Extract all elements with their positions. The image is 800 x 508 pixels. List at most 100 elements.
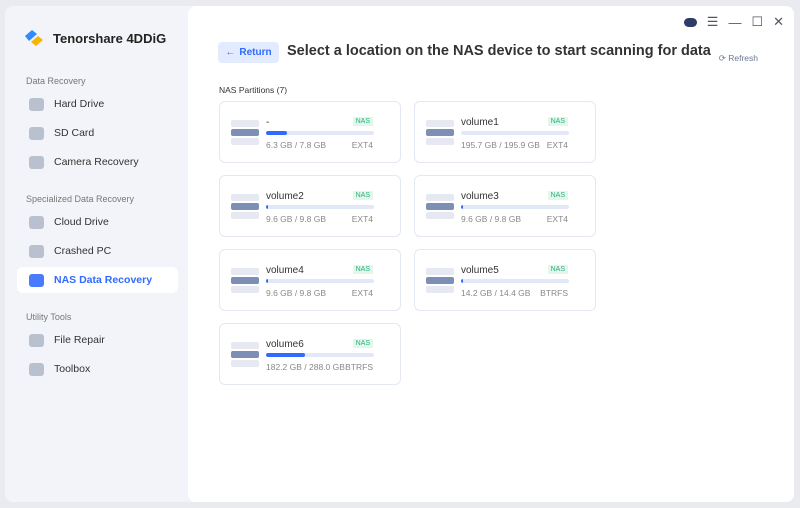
maximize-icon[interactable]: ☐: [751, 14, 763, 30]
filesystem: EXT4: [546, 214, 568, 224]
partition-name: volume2: [266, 191, 304, 202]
partition-card[interactable]: volume1 NAS 195.7 GB / 195.9 GB EXT4: [414, 101, 596, 163]
minimize-icon[interactable]: —: [728, 15, 741, 30]
refresh-button[interactable]: ⟳ Refresh: [719, 53, 758, 64]
filesystem: EXT4: [351, 288, 373, 298]
partition-size: 9.6 GB / 9.8 GB: [266, 288, 327, 298]
camera-icon: [29, 155, 44, 169]
partition-card[interactable]: volume6 NAS 182.2 GB / 288.0 GB BTRFS: [219, 323, 401, 385]
sidebar-item-label: File Repair: [54, 334, 105, 346]
title-bar-controls: ☰ — ☐ ✕: [683, 14, 784, 30]
refresh-icon: ⟳: [718, 53, 729, 63]
partition-size: 182.2 GB / 288.0 GB: [266, 362, 345, 372]
file-repair-icon: [29, 333, 44, 347]
usage-fill: [461, 279, 464, 283]
sidebar-section-title: Utility Tools: [26, 312, 72, 322]
partition-card[interactable]: - NAS 6.3 GB / 7.8 GB EXT4: [219, 101, 401, 163]
partition-size: 195.7 GB / 195.9 GB: [461, 140, 540, 150]
return-button[interactable]: ← Return: [218, 42, 279, 63]
partition-size: 6.3 GB / 7.8 GB: [266, 140, 327, 150]
usage-bar: [266, 353, 374, 357]
return-label: Return: [239, 47, 272, 58]
main-panel: ☰ — ☐ ✕ ← Return Select a location on the…: [188, 6, 794, 502]
nas-server-icon: [426, 120, 454, 146]
sidebar-item[interactable]: SD Card: [17, 120, 178, 146]
partition-name: volume3: [461, 191, 499, 202]
app-logo: Tenorshare 4DDiG: [23, 28, 166, 48]
app-window: Tenorshare 4DDiG Data Recovery Hard Drive…: [5, 6, 794, 502]
partition-card[interactable]: volume5 NAS 14.2 GB / 14.4 GB BTRFS: [414, 249, 596, 311]
sidebar-item[interactable]: Hard Drive: [17, 91, 178, 117]
partition-name: volume1: [461, 117, 499, 128]
partition-name: volume5: [461, 265, 499, 276]
nas-server-icon: [231, 120, 259, 146]
arrow-left-icon: ←: [225, 47, 236, 58]
nas-server-icon: [231, 268, 259, 294]
menu-icon[interactable]: ☰: [707, 14, 719, 30]
nas-badge: NAS: [352, 265, 373, 274]
usage-bar: [461, 279, 569, 283]
partition-name: volume6: [266, 339, 304, 350]
partition-name: -: [266, 117, 270, 128]
nas-server-icon: [426, 268, 454, 294]
sidebar-section-title: Data Recovery: [26, 76, 86, 86]
usage-fill: [266, 353, 305, 357]
cloud-icon: [29, 215, 44, 229]
sidebar-item-label: Camera Recovery: [54, 156, 139, 168]
nas-badge: NAS: [547, 117, 568, 126]
logo-icon: [25, 30, 43, 46]
filesystem: EXT4: [546, 140, 568, 150]
usage-fill: [461, 205, 464, 209]
toolbox-icon: [29, 362, 44, 376]
sd-card-icon: [29, 126, 44, 140]
filesystem: BTRFS: [540, 288, 568, 298]
refresh-label: Refresh: [728, 53, 758, 63]
filesystem: BTRFS: [345, 362, 373, 372]
nas-server-icon: [231, 342, 259, 368]
usage-fill: [266, 279, 269, 283]
partition-card[interactable]: volume3 NAS 9.6 GB / 9.8 GB EXT4: [414, 175, 596, 237]
filesystem: EXT4: [351, 214, 373, 224]
sidebar-item-label: NAS Data Recovery: [54, 274, 153, 286]
usage-bar: [266, 131, 374, 135]
sidebar-item[interactable]: Camera Recovery: [17, 149, 178, 175]
nas-server-icon: [426, 194, 454, 220]
usage-bar: [266, 279, 374, 283]
app-name: Tenorshare 4DDiG: [53, 30, 167, 46]
sidebar-item[interactable]: Cloud Drive: [17, 209, 178, 235]
sidebar-item-label: Crashed PC: [54, 245, 112, 257]
usage-fill: [266, 205, 269, 209]
sidebar-item-label: Hard Drive: [54, 98, 105, 110]
nas-badge: NAS: [352, 191, 373, 200]
hard-drive-icon: [29, 97, 44, 111]
partition-card[interactable]: volume2 NAS 9.6 GB / 9.8 GB EXT4: [219, 175, 401, 237]
close-icon[interactable]: ✕: [773, 14, 784, 30]
partition-name: volume4: [266, 265, 304, 276]
sidebar: Tenorshare 4DDiG Data Recovery Hard Drive…: [5, 6, 188, 502]
sidebar-item[interactable]: Crashed PC: [17, 238, 178, 264]
sidebar-section-title: Specialized Data Recovery: [26, 194, 135, 204]
nas-badge: NAS: [547, 191, 568, 200]
partition-size: 14.2 GB / 14.4 GB: [461, 288, 531, 298]
sidebar-item[interactable]: Toolbox: [17, 356, 178, 382]
partition-size: 9.6 GB / 9.8 GB: [266, 214, 327, 224]
sidebar-item-label: SD Card: [54, 127, 95, 139]
nas-badge: NAS: [352, 339, 373, 348]
nas-icon: [29, 273, 44, 287]
nas-badge: NAS: [547, 265, 568, 274]
crashed-pc-icon: [29, 244, 44, 258]
sidebar-item[interactable]: NAS Data Recovery: [17, 267, 178, 293]
assistant-bot-icon[interactable]: [683, 17, 697, 27]
partition-size: 9.6 GB / 9.8 GB: [461, 214, 522, 224]
usage-bar: [461, 131, 569, 135]
partition-card[interactable]: volume4 NAS 9.6 GB / 9.8 GB EXT4: [219, 249, 401, 311]
page-title: Select a location on the NAS device to s…: [287, 43, 711, 59]
sidebar-item-label: Toolbox: [54, 363, 91, 375]
usage-bar: [461, 205, 569, 209]
nas-badge: NAS: [352, 117, 373, 126]
partitions-label: NAS Partitions (7): [219, 85, 288, 95]
sidebar-item-label: Cloud Drive: [54, 216, 109, 228]
usage-bar: [266, 205, 374, 209]
usage-fill: [266, 131, 287, 135]
sidebar-item[interactable]: File Repair: [17, 327, 178, 353]
